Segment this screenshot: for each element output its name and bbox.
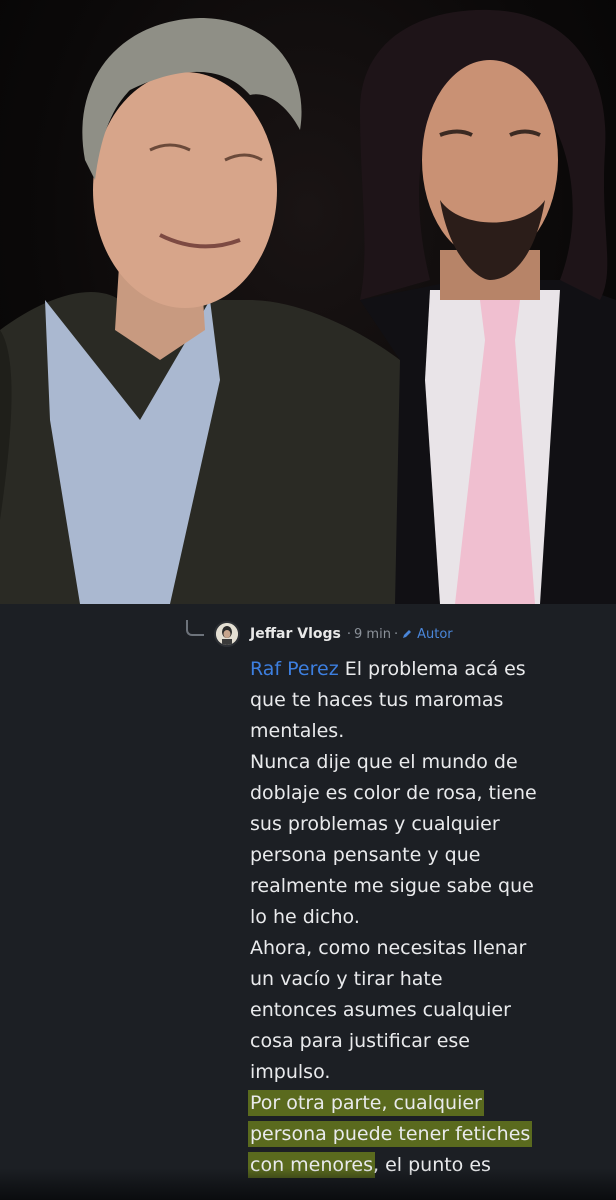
photo <box>0 0 616 604</box>
comment-line: Nunca dije que el mundo de <box>250 751 518 773</box>
comment-time: 9 min <box>354 626 391 642</box>
reply-thread-line <box>186 620 204 636</box>
comment-body: Raf Perez El problema acá es que te hace… <box>250 654 606 1181</box>
meta-separator: · <box>393 626 399 642</box>
comment-line: impulso. <box>250 1061 331 1083</box>
comment-text: El problema acá es <box>338 658 526 680</box>
comment-line: persona pensante y que <box>250 844 481 866</box>
comment-line: sus problemas y cualquier <box>250 813 500 835</box>
mention-link[interactable]: Raf Perez <box>250 658 339 680</box>
screenshot-page: Jeffar Vlogs · 9 min · Autor Raf Perez E… <box>0 0 616 1200</box>
comment-line: realmente me sigue sabe que <box>250 875 534 897</box>
comment-line: Raf Perez El problema acá es <box>250 654 606 685</box>
highlight-mark: Por otra parte, cualquier <box>250 1092 482 1114</box>
author-name[interactable]: Jeffar Vlogs <box>250 626 341 642</box>
comment-line: entonces asumes cualquier <box>250 999 511 1021</box>
comment-header: Jeffar Vlogs · 9 min · Autor <box>250 622 453 646</box>
comment-line: un vacío y tirar hate <box>250 968 443 990</box>
highlighted-line: Por otra parte, cualquier <box>250 1088 606 1119</box>
comment-line: cosa para justificar ese <box>250 1030 470 1052</box>
highlight-mark: persona puede tener fetiches <box>250 1123 531 1145</box>
highlighted-line: persona puede tener fetiches <box>250 1119 606 1150</box>
meta-separator: · <box>346 626 352 642</box>
comment-line: Ahora, como necesitas llenar <box>250 937 527 959</box>
author-badge: Autor <box>417 626 453 642</box>
comment-line: lo he dicho. <box>250 906 360 928</box>
photo-illustration <box>0 9 616 604</box>
bottom-fade <box>0 1168 616 1200</box>
pencil-icon <box>403 630 412 638</box>
avatar-icon[interactable] <box>214 621 240 647</box>
comment-line: doblaje es color de rosa, tiene <box>250 782 537 804</box>
comment-line: mentales. <box>250 720 345 742</box>
comment-line: que te haces tus maromas <box>250 689 504 711</box>
